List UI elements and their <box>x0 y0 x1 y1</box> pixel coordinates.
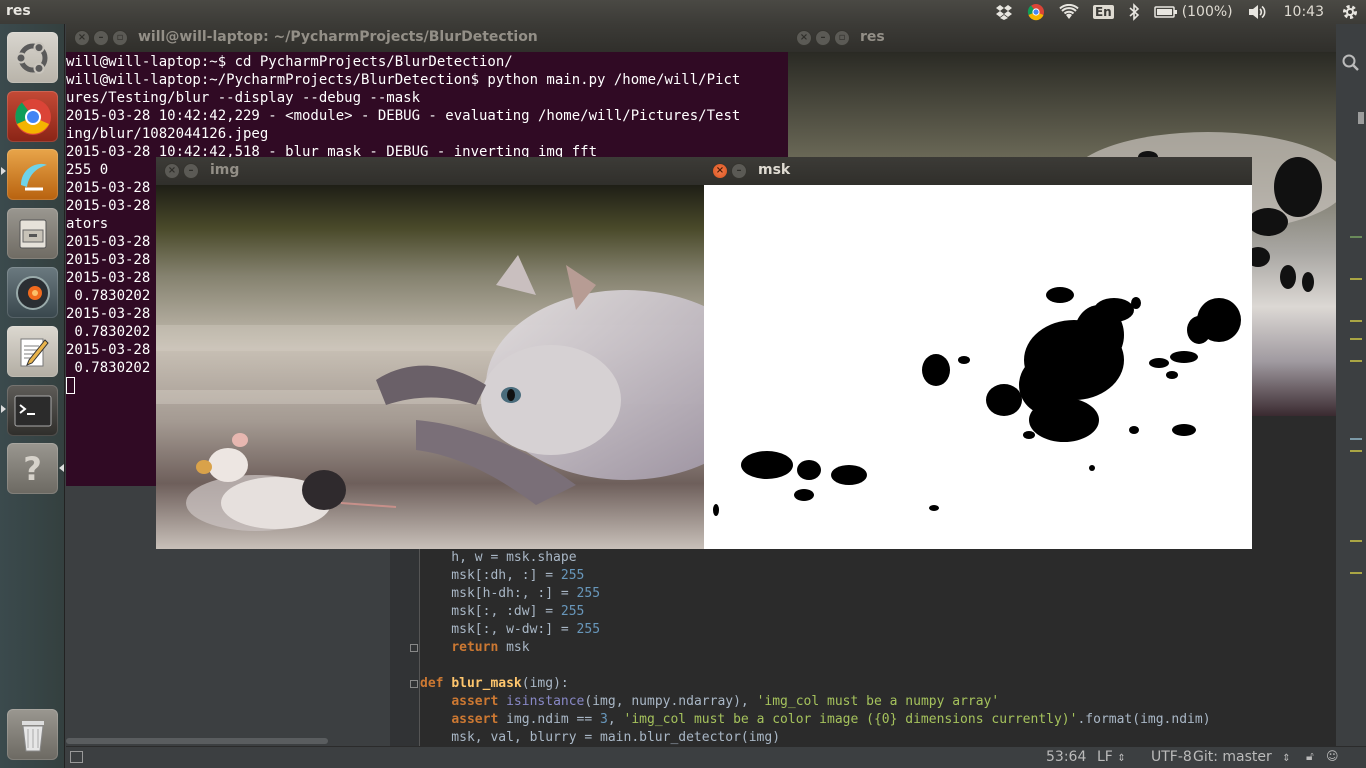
fold-marker[interactable] <box>410 644 418 652</box>
horizontal-scrollbar[interactable] <box>66 738 328 744</box>
code-line[interactable]: h, w = msk.shape <box>420 549 1211 567</box>
line-ending-label: LF <box>1097 749 1113 765</box>
active-app-title: res <box>6 3 31 19</box>
volume-icon[interactable] <box>1240 0 1274 24</box>
error-stripe-mark[interactable] <box>1350 572 1362 574</box>
code-lines[interactable]: h, w = msk.shape msk[:dh, :] = 255 msk[h… <box>420 549 1211 746</box>
error-stripe-mark[interactable] <box>1350 438 1362 440</box>
img-titlebar[interactable]: × – img <box>156 157 704 185</box>
running-indicator <box>1 167 6 175</box>
ubuntu-logo-icon[interactable] <box>7 32 58 83</box>
search-icon[interactable] <box>1336 48 1366 78</box>
battery-percent: (100%) <box>1181 4 1233 20</box>
question-icon[interactable]: ? <box>7 443 58 494</box>
battery-icon <box>1153 6 1177 18</box>
terminal-line: will@will-laptop:~$ cd PycharmProjects/B… <box>66 54 513 70</box>
updown-arrows-icon: ⇕ <box>1117 753 1126 764</box>
error-stripe-mark[interactable] <box>1350 540 1362 542</box>
maximize-button[interactable]: ▫ <box>834 30 850 46</box>
error-stripe-mark[interactable] <box>1350 236 1362 238</box>
code-line[interactable]: msk[:dh, :] = 255 <box>420 567 1211 585</box>
code-line[interactable]: msk[:, :dw] = 255 <box>420 603 1211 621</box>
terminal-line: ing/blur/1082044126.jpeg <box>66 126 269 142</box>
chrome-tray-icon[interactable] <box>1020 0 1052 24</box>
terminal-line: ures/Testing/blur --display --debug --ma… <box>66 90 421 106</box>
speaker-icon[interactable] <box>7 267 58 318</box>
bluetooth-icon[interactable] <box>1121 0 1147 24</box>
keyboard-layout-label: En <box>1092 5 1114 19</box>
line-ending-selector[interactable]: LF ⇕ <box>1097 749 1126 765</box>
code-line[interactable]: def blur_mask(img): <box>420 675 1211 693</box>
terminal-line: 2015-03-28 10:42:42,229 - <module> - DEB… <box>66 108 741 124</box>
wifi-icon[interactable] <box>1052 0 1086 24</box>
code-line[interactable]: msk[h-dh:, :] = 255 <box>420 585 1211 603</box>
window-title: msk <box>758 162 791 178</box>
code-line[interactable]: assert img.ndim == 3, 'img_col must be a… <box>420 711 1210 729</box>
close-button[interactable]: × <box>74 30 90 46</box>
code-line[interactable]: msk, val, blurry = main.blur_detector(im… <box>420 729 1211 746</box>
minimize-button[interactable]: – <box>93 30 109 46</box>
tool-window-toggle-icon[interactable] <box>70 751 83 763</box>
indicator-area: En (100%) 10:43 <box>988 0 1366 24</box>
active-window-indicator <box>59 464 64 472</box>
error-stripe-mark[interactable] <box>1350 450 1362 452</box>
terminal-line: will@will-laptop:~/PycharmProjects/BlurD… <box>66 72 741 88</box>
running-indicator <box>1 405 6 413</box>
lock-icon[interactable]: 🔓︎ <box>1306 749 1314 764</box>
window-title: res <box>860 29 885 45</box>
chrome-icon[interactable] <box>7 91 58 142</box>
notepad-pencil-icon[interactable] <box>7 326 58 377</box>
top-panel: res En (100%) 10:43 <box>0 0 1366 24</box>
res-titlebar[interactable]: × – ▫ res <box>788 24 1336 52</box>
error-stripe-mark[interactable] <box>1350 278 1362 280</box>
terminal-titlebar[interactable]: × – ▫ will@will-laptop: ~/PycharmProject… <box>66 24 788 52</box>
fold-marker[interactable] <box>410 680 418 688</box>
blur-mask-image <box>704 185 1252 549</box>
window-title: will@will-laptop: ~/PycharmProjects/Blur… <box>138 29 538 45</box>
close-button[interactable]: × <box>712 163 728 179</box>
blurred-cat-mouse-photo <box>156 185 704 549</box>
minimize-button[interactable]: – <box>183 163 199 179</box>
close-button[interactable]: × <box>796 30 812 46</box>
minimize-button[interactable]: – <box>731 163 747 179</box>
window-title: img <box>210 162 240 178</box>
error-stripe-mark[interactable] <box>1350 338 1362 340</box>
close-button[interactable]: × <box>164 163 180 179</box>
vcs-branch-selector[interactable]: Git: master ⇕ <box>1193 749 1291 765</box>
clock[interactable]: 10:43 <box>1274 0 1334 24</box>
dropbox-icon[interactable] <box>988 0 1020 24</box>
launcher: ? <box>0 24 65 768</box>
vertical-scrollbar[interactable] <box>1358 112 1364 124</box>
desktop: res En (100%) 10:43 ? × – ▫ res × – ▫ wi… <box>0 0 1366 768</box>
inspector-icon[interactable]: ☺︎ <box>1326 749 1339 763</box>
editor-right-strip <box>1336 24 1366 746</box>
keyboard-layout-indicator[interactable]: En <box>1086 0 1121 24</box>
terminal-icon[interactable] <box>7 385 58 436</box>
code-line[interactable]: return msk <box>420 639 1211 657</box>
error-stripe-mark[interactable] <box>1350 320 1362 322</box>
file-cabinet-icon[interactable] <box>7 208 58 259</box>
img-window[interactable]: × – img <box>156 157 704 549</box>
maximize-button[interactable]: ▫ <box>112 30 128 46</box>
code-line[interactable]: assert isinstance(img, numpy.ndarray), '… <box>420 693 1211 711</box>
pycharm-icon[interactable] <box>7 149 58 200</box>
status-bar: 53:64 LF ⇕ UTF-8 Git: master ⇕ 🔓︎ ☺︎ <box>66 746 1366 768</box>
gear-icon[interactable] <box>1334 0 1366 24</box>
msk-window[interactable]: × – msk <box>704 157 1252 549</box>
trash-icon[interactable] <box>7 709 58 760</box>
minimize-button[interactable]: – <box>815 30 831 46</box>
caret-position[interactable]: 53:64 <box>1046 749 1086 765</box>
updown-arrows-icon: ⇕ <box>1282 753 1291 764</box>
code-line[interactable]: msk[:, w-dw:] = 255 <box>420 621 1211 639</box>
code-line[interactable] <box>420 657 1211 675</box>
encoding-selector[interactable]: UTF-8 <box>1151 749 1192 765</box>
msk-titlebar[interactable]: × – msk <box>704 157 1252 185</box>
vcs-branch-label: Git: master <box>1193 749 1272 765</box>
battery-indicator[interactable]: (100%) <box>1147 0 1240 24</box>
error-stripe-mark[interactable] <box>1350 360 1362 362</box>
